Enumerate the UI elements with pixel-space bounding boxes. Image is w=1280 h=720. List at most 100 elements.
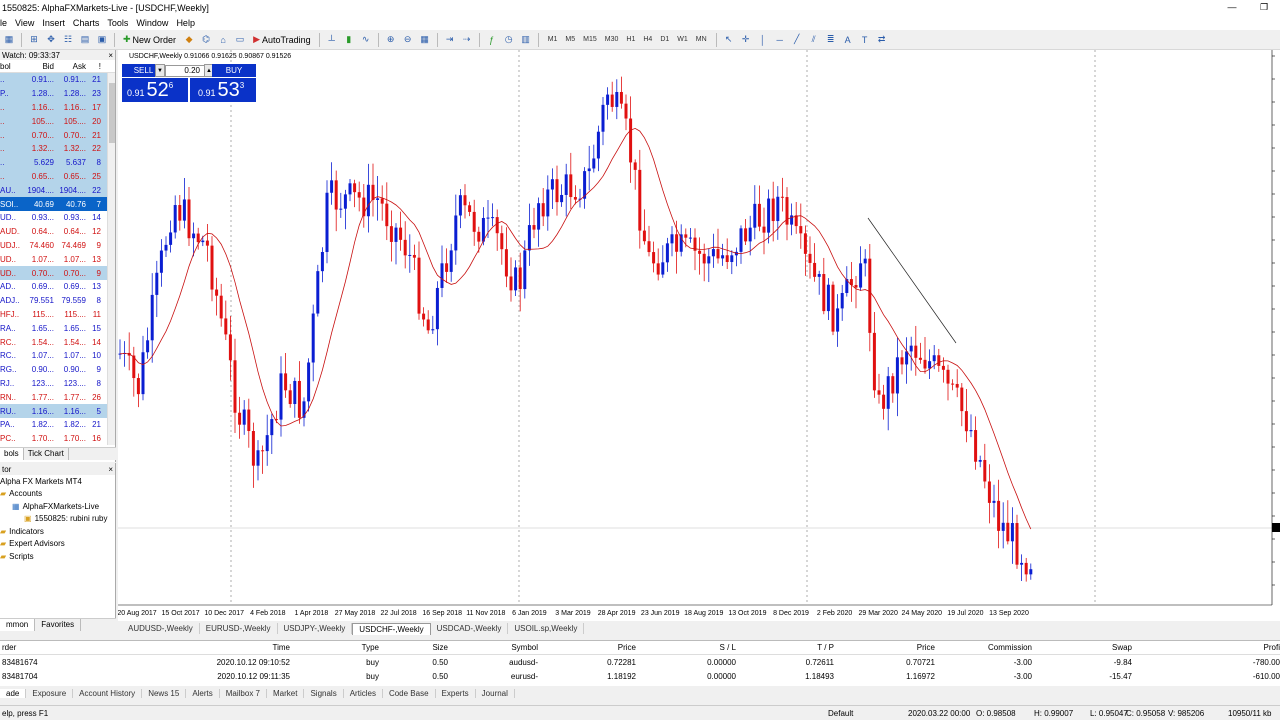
horizontal-line-icon[interactable]: ─	[773, 33, 787, 47]
navigator-item[interactable]: ▰ Accounts	[0, 488, 115, 501]
timeframe-mn[interactable]: MN	[692, 36, 711, 43]
timeframe-w1[interactable]: W1	[673, 36, 692, 43]
market-watch-row[interactable]: AUD.. 0.64... 0.64... 12	[0, 225, 115, 239]
terminal-tab[interactable]: Articles	[344, 688, 383, 698]
market-watch-row[interactable]: PC.. 1.70... 1.70... 16	[0, 432, 115, 446]
candlestick-icon[interactable]: ▮	[342, 33, 356, 47]
terminal-tab[interactable]: Experts	[436, 688, 476, 698]
market-watch-row[interactable]: .. 1.32... 1.32... 22	[0, 141, 115, 156]
navigator-item[interactable]: ▣ 1550825: rubini ruby	[0, 513, 115, 526]
lots-down-icon[interactable]: ▼	[155, 64, 165, 77]
terminal-tab[interactable]: Market	[267, 688, 305, 698]
terminal-tab[interactable]: Account History	[73, 688, 143, 698]
chart-tab[interactable]: USDCHF-,Weekly	[352, 622, 431, 635]
trendline-icon[interactable]: ╱	[790, 33, 804, 47]
chart-tab[interactable]: EURUSD-,Weekly	[200, 623, 278, 634]
terminal-tab[interactable]: Alerts	[186, 688, 220, 698]
sell-price[interactable]: 0.91 52 6	[122, 78, 188, 102]
menu-item-2[interactable]: Insert	[42, 18, 73, 28]
tab-common[interactable]: mmon	[0, 619, 36, 631]
order-row[interactable]: 83481674 2020.10.12 09:10:52 buy 0.50 audusd…	[0, 655, 1280, 669]
market-watch-icon[interactable]: ☷	[61, 33, 75, 47]
new-order-button[interactable]: ✚ New Order	[120, 34, 179, 45]
vps-icon[interactable]: ▭	[233, 33, 247, 47]
market-watch-row[interactable]: UDJ.. 74.460 74.469 9	[0, 239, 115, 253]
metaeditor-icon[interactable]: ◆	[182, 33, 196, 47]
scrollbar-thumb[interactable]	[109, 83, 115, 143]
timeframe-d1[interactable]: D1	[656, 36, 673, 43]
terminal-column-header[interactable]: Symbol	[511, 643, 538, 652]
market-watch-row[interactable]: .. 0.91... 0.91... 21	[0, 73, 115, 87]
new-chart-icon[interactable]: ▦	[2, 33, 16, 47]
crosshair-icon[interactable]: ✛	[739, 33, 753, 47]
autotrading-button[interactable]: ▶ AutoTrading	[250, 34, 314, 45]
navigator-item[interactable]: ▰ Indicators	[0, 525, 115, 538]
buy-button[interactable]: BUY	[212, 64, 256, 77]
chart-tab[interactable]: USDJPY-,Weekly	[278, 623, 353, 634]
menu-item-6[interactable]: Help	[176, 18, 203, 28]
terminal-tab[interactable]: News 15	[142, 688, 187, 698]
menu-item-0[interactable]: le	[0, 18, 15, 28]
cursor-icon[interactable]: ↖	[722, 33, 736, 47]
periods-icon[interactable]: ◷	[502, 33, 516, 47]
timeframe-h4[interactable]: H4	[639, 36, 656, 43]
market-watch-row[interactable]: RJ.. 123.... 123.... 8	[0, 377, 115, 391]
market-watch-scrollbar[interactable]	[107, 73, 115, 445]
market-watch-row[interactable]: ADJ.. 79.551 79.559 8	[0, 294, 115, 308]
market-watch-row[interactable]: UD.. 0.70... 0.70... 9	[0, 266, 115, 280]
terminal-column-header[interactable]: Commission	[988, 643, 1032, 652]
terminal-column-header[interactable]: Price	[618, 643, 636, 652]
text-label-icon[interactable]: T	[858, 33, 872, 47]
terminal-column-header[interactable]: T / P	[817, 643, 834, 652]
terminal-tab[interactable]: Journal	[476, 688, 515, 698]
navigator-close-icon[interactable]: ×	[108, 465, 113, 474]
terminal-tab[interactable]: Signals	[304, 688, 344, 698]
minimize-button[interactable]: —	[1216, 0, 1248, 15]
market-watch-row[interactable]: P.. 1.28... 1.28... 23	[0, 86, 115, 101]
zoom-out-icon[interactable]: ⊖	[401, 33, 415, 47]
menu-item-5[interactable]: Window	[136, 18, 176, 28]
column-spread[interactable]: !	[86, 62, 101, 71]
market-watch-row[interactable]: RG.. 0.90... 0.90... 9	[0, 363, 115, 377]
tab-symbols[interactable]: bols	[0, 448, 24, 460]
terminal-column-header[interactable]: Size	[432, 643, 448, 652]
navigator-item[interactable]: ▦ AlphaFXMarkets-Live	[0, 500, 115, 513]
chart-tab[interactable]: USOIL.sp,Weekly	[508, 623, 585, 634]
terminal-column-header[interactable]: Swap	[1112, 643, 1132, 652]
navigator-item[interactable]: ▰ Expert Advisors	[0, 538, 115, 551]
market-watch-row[interactable]: RC.. 1.07... 1.07... 10	[0, 349, 115, 363]
indicators-icon[interactable]: ƒ	[485, 33, 499, 47]
terminal-column-header[interactable]: S / L	[720, 643, 736, 652]
market-watch-row[interactable]: UD.. 0.93... 0.93... 14	[0, 211, 115, 225]
menu-item-3[interactable]: Charts	[73, 18, 108, 28]
restore-button[interactable]: ❐	[1248, 0, 1280, 15]
navigator-item[interactable]: Alpha FX Markets MT4	[0, 475, 115, 488]
order-row[interactable]: 83481704 2020.10.12 09:11:35 buy 0.50 eurusd…	[0, 669, 1280, 683]
column-symbol[interactable]: bol	[0, 62, 20, 71]
arrows-icon[interactable]: ⇄	[875, 33, 889, 47]
market-watch-row[interactable]: .. 0.65... 0.65... 25	[0, 169, 115, 184]
fibonacci-icon[interactable]: ≣	[824, 33, 838, 47]
autoscroll-icon[interactable]: ⇢	[460, 33, 474, 47]
templates-icon[interactable]: ▥	[519, 33, 533, 47]
terminal-tab[interactable]: Exposure	[26, 688, 74, 698]
column-bid[interactable]: Bid	[20, 62, 54, 71]
navigator-icon[interactable]: ▤	[78, 33, 92, 47]
market-watch-row[interactable]: SOI.. 40.69 40.76 7	[0, 197, 115, 211]
market-watch-row[interactable]: RA.. 1.65... 1.65... 15	[0, 321, 115, 335]
signals-icon[interactable]: ⌬	[199, 33, 213, 47]
market-watch-row[interactable]: .. 0.70... 0.70... 21	[0, 128, 115, 142]
timeframe-m1[interactable]: M1	[544, 36, 562, 43]
terminal-icon[interactable]: ▣	[95, 33, 109, 47]
buy-price[interactable]: 0.91 53 3	[190, 78, 256, 102]
bar-chart-icon[interactable]: ┴	[325, 33, 339, 47]
market-watch-row[interactable]: .. 105.... 105.... 20	[0, 114, 115, 129]
timeframe-m15[interactable]: M15	[579, 36, 601, 43]
profiles-icon[interactable]: ⊞	[27, 33, 41, 47]
menu-item-4[interactable]: Tools	[107, 18, 136, 28]
crosshair-move-icon[interactable]: ✥	[44, 33, 58, 47]
terminal-column-header[interactable]: rder	[2, 643, 16, 652]
terminal-column-header[interactable]: Time	[273, 643, 290, 652]
tab-favorites[interactable]: Favorites	[35, 619, 82, 631]
terminal-tab[interactable]: ade	[0, 688, 27, 698]
